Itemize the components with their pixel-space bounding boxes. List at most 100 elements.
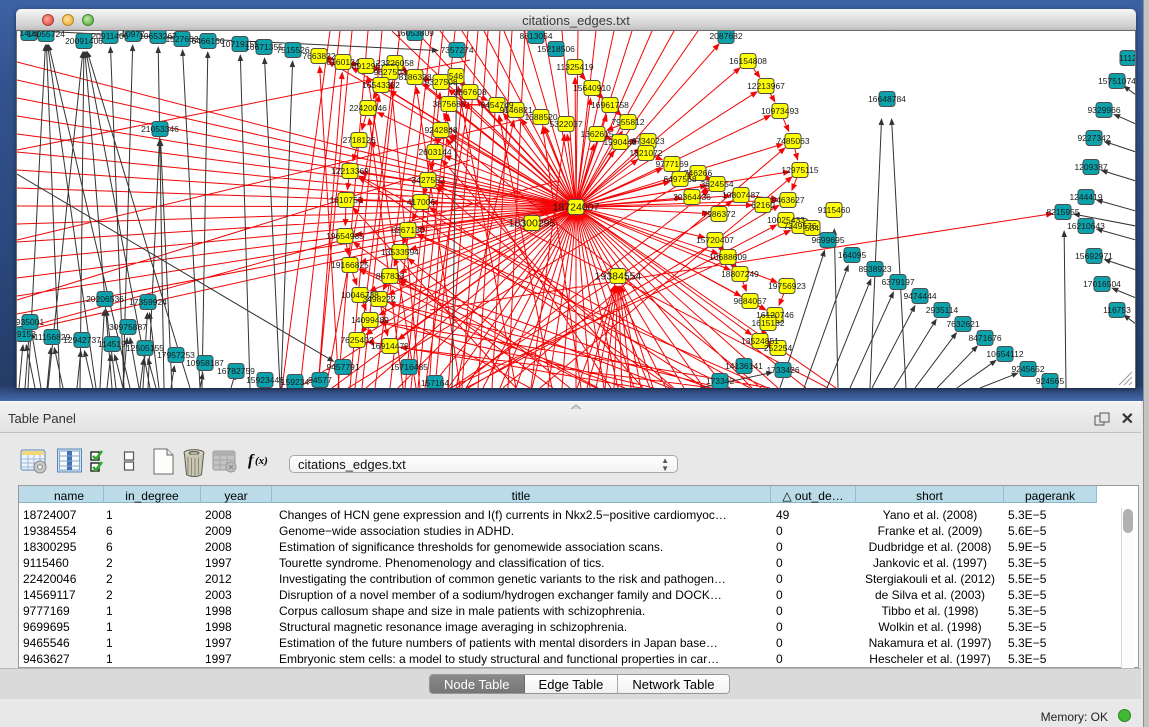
svg-text:12213967: 12213967: [747, 81, 785, 91]
svg-text:13533594: 13533594: [381, 247, 419, 257]
svg-text:6379197: 6379197: [881, 277, 914, 287]
svg-text:2718126: 2718126: [342, 135, 375, 145]
svg-text:546: 546: [449, 71, 463, 81]
svg-text:15218506: 15218506: [537, 44, 575, 54]
svg-text:7625402: 7625402: [340, 335, 373, 345]
svg-text:10807487: 10807487: [722, 190, 760, 200]
svg-text:1621072: 1621072: [629, 148, 662, 158]
svg-text:164095: 164095: [838, 250, 867, 260]
svg-text:18300295: 18300295: [509, 218, 556, 230]
svg-text:15751074: 15751074: [1098, 76, 1135, 86]
svg-text:19384554: 19384554: [595, 271, 642, 283]
svg-text:3624554: 3624554: [700, 179, 733, 189]
svg-text:18807249: 18807249: [721, 269, 759, 279]
svg-text:7632621: 7632621: [946, 319, 979, 329]
svg-text:2603144: 2603144: [418, 147, 451, 157]
svg-text:15716485: 15716485: [390, 362, 428, 372]
svg-text:62160: 62160: [751, 200, 775, 210]
svg-text:584: 584: [805, 223, 819, 233]
svg-text:9329966: 9329966: [1087, 105, 1120, 115]
svg-text:12213369: 12213369: [331, 166, 369, 176]
svg-text:16543382: 16543382: [362, 80, 400, 90]
svg-text:19654985: 19654985: [326, 231, 364, 241]
svg-text:15640910: 15640910: [573, 83, 611, 93]
svg-text:30975887: 30975887: [109, 322, 147, 332]
svg-text:1615132: 1615132: [751, 318, 784, 328]
svg-text:857833: 857833: [376, 271, 405, 281]
svg-text:8813054: 8813054: [519, 31, 552, 41]
svg-text:14136141: 14136141: [725, 361, 763, 371]
svg-text:1733426: 1733426: [766, 365, 799, 375]
svg-text:14055724: 14055724: [27, 31, 65, 39]
svg-text:9245652: 9245652: [1011, 364, 1044, 374]
svg-text:3875685: 3875685: [432, 99, 465, 109]
svg-text:16648784: 16648784: [868, 94, 906, 104]
svg-text:19756923: 19756923: [768, 281, 806, 291]
svg-text:6734023: 6734023: [631, 136, 664, 146]
svg-text:7357274: 7357274: [440, 45, 473, 55]
svg-text:15720407: 15720407: [696, 235, 734, 245]
svg-text:6497568: 6497568: [663, 174, 696, 184]
svg-text:(x): (x): [255, 455, 268, 467]
svg-text:252254: 252254: [764, 343, 793, 353]
svg-text:15923446: 15923446: [246, 375, 284, 385]
svg-text:11325419: 11325419: [556, 62, 593, 72]
svg-text:10973493: 10973493: [761, 106, 799, 116]
svg-text:8471676: 8471676: [968, 333, 1001, 343]
svg-text:7485063: 7485063: [776, 136, 809, 146]
svg-text:8215955: 8215955: [1046, 207, 1079, 217]
svg-text:12975115: 12975115: [781, 165, 818, 175]
svg-text:15692971: 15692971: [1075, 251, 1113, 261]
svg-text:9242848: 9242848: [424, 125, 457, 135]
svg-text:19166825: 19166825: [331, 260, 369, 270]
svg-text:9684067: 9684067: [733, 296, 766, 306]
svg-text:2867608: 2867608: [453, 87, 486, 97]
svg-text:16914479: 16914479: [371, 341, 409, 351]
svg-text:16154808: 16154808: [729, 56, 767, 66]
svg-text:8938923: 8938923: [858, 264, 891, 274]
svg-text:10654112: 10654112: [986, 349, 1023, 359]
svg-text:16961758: 16961758: [591, 100, 629, 110]
svg-text:16053809: 16053809: [396, 31, 434, 38]
svg-text:116753: 116753: [1103, 305, 1131, 315]
svg-text:159234: 159234: [281, 377, 310, 387]
svg-text:20364436: 20364436: [673, 192, 711, 202]
svg-text:3427552: 3427552: [411, 175, 444, 185]
svg-text:1112: 1112: [1119, 53, 1135, 63]
svg-text:16210643: 16210643: [1067, 221, 1105, 231]
svg-text:7955812: 7955812: [611, 117, 644, 127]
svg-text:17016504: 17016504: [1083, 279, 1121, 289]
svg-text:2935114: 2935114: [926, 305, 959, 315]
svg-text:9463627: 9463627: [771, 195, 804, 205]
svg-text:9457791: 9457791: [326, 362, 359, 372]
svg-text:12942737: 12942737: [63, 335, 101, 345]
svg-text:22420046: 22420046: [349, 103, 387, 113]
svg-text:21053346: 21053346: [141, 124, 179, 134]
svg-text:935001: 935001: [17, 317, 44, 327]
svg-text:6466160: 6466160: [191, 36, 224, 46]
svg-text:10688609: 10688609: [709, 252, 747, 262]
svg-text:20206536: 20206536: [86, 294, 124, 304]
svg-text:18724007: 18724007: [553, 202, 600, 214]
svg-text:9699695: 9699695: [811, 235, 844, 245]
svg-text:157164: 157164: [421, 378, 450, 388]
svg-text:7986372: 7986372: [702, 209, 735, 219]
svg-text:f: f: [248, 452, 255, 469]
svg-text:2087682: 2087682: [709, 31, 742, 41]
svg-text:1244419: 1244419: [1069, 192, 1102, 202]
svg-text:8267130: 8267130: [391, 225, 424, 235]
svg-text:9474444: 9474444: [903, 291, 936, 301]
svg-text:9227342: 9227342: [1077, 133, 1110, 143]
svg-text:1610755: 1610755: [329, 195, 362, 205]
svg-text:1209387: 1209387: [1074, 162, 1107, 172]
svg-text:94577: 94577: [308, 375, 332, 385]
svg-text:114519: 114519: [98, 339, 126, 349]
svg-text:14099489: 14099489: [351, 315, 389, 325]
svg-text:3498222: 3498222: [362, 294, 395, 304]
svg-text:417006: 417006: [407, 197, 436, 207]
svg-text:5322037: 5322037: [549, 119, 582, 129]
svg-text:924565: 924565: [1036, 376, 1065, 386]
svg-text:173342: 173342: [706, 376, 735, 386]
svg-text:9115460: 9115460: [818, 205, 851, 215]
svg-text:17359924: 17359924: [129, 297, 167, 307]
